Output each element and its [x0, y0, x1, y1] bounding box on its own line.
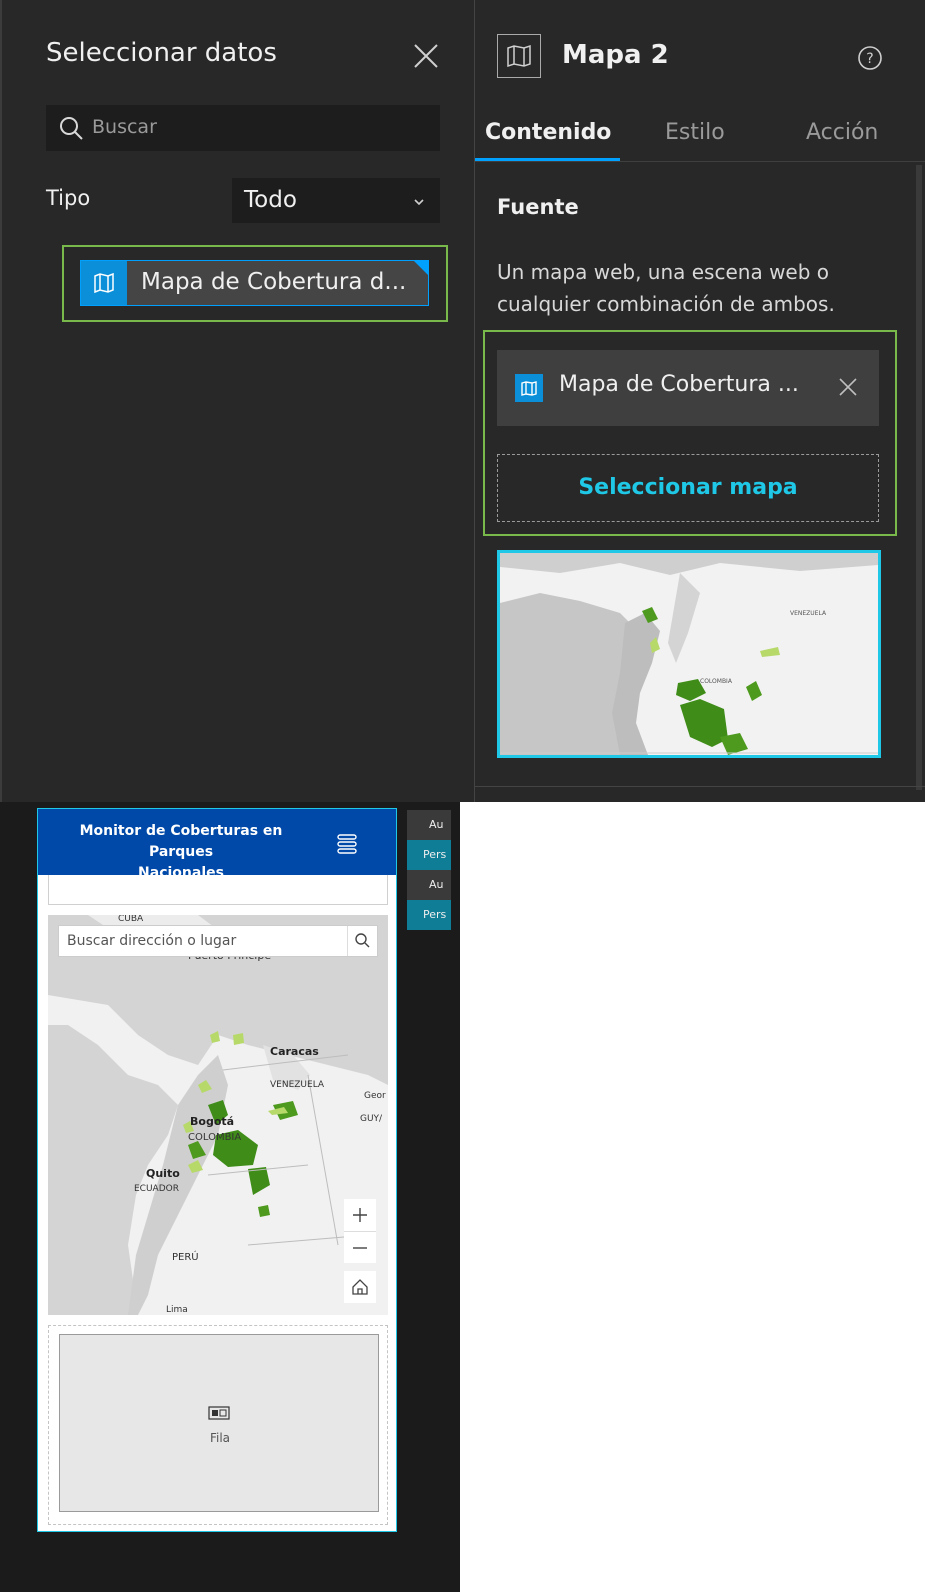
- header-strip: [48, 875, 388, 905]
- zoom-out-icon[interactable]: [344, 1231, 376, 1263]
- widget-title: Mapa 2: [562, 40, 669, 70]
- row-widget[interactable]: Fila: [59, 1334, 379, 1512]
- row-container: Fila: [48, 1325, 388, 1525]
- selected-map-label: Mapa de Cobertura ...: [559, 372, 799, 397]
- thumbnail-label-venezuela: VENEZUELA: [790, 610, 827, 617]
- chevron-down-icon: [412, 194, 426, 208]
- side-tab-label: Pers: [423, 908, 447, 921]
- side-tab-label: Au: [429, 878, 444, 891]
- search-icon[interactable]: [347, 926, 377, 956]
- data-item-card[interactable]: Mapa de Cobertura d...: [80, 260, 429, 306]
- select-map-button-label: Seleccionar mapa: [578, 475, 798, 500]
- help-icon[interactable]: ?: [857, 45, 883, 71]
- source-heading: Fuente: [497, 195, 579, 219]
- remove-map-icon[interactable]: [837, 376, 859, 398]
- type-label: Tipo: [46, 186, 91, 210]
- zoom-in-icon[interactable]: [344, 1199, 376, 1231]
- map-icon: [515, 374, 543, 402]
- tab-content[interactable]: Contenido: [485, 120, 611, 145]
- scrollbar[interactable]: [916, 165, 922, 790]
- home-icon[interactable]: [344, 1271, 376, 1303]
- map-label-cuba: CUBA: [118, 915, 144, 924]
- select-map-button[interactable]: Seleccionar mapa: [497, 454, 879, 522]
- tab-action[interactable]: Acción: [806, 120, 878, 145]
- mobile-preview: Monitor de Coberturas en Parques Naciona…: [37, 808, 397, 1532]
- side-tab[interactable]: Pers: [407, 900, 451, 930]
- select-data-panel: Seleccionar datos Buscar Tipo Todo Mapa …: [0, 0, 474, 802]
- map-label-lima: Lima: [166, 1305, 188, 1315]
- map-label-colombia: COLOMBIA: [188, 1132, 241, 1143]
- source-description-line2: cualquier combinación de ambos.: [497, 292, 835, 316]
- svg-text:?: ?: [866, 51, 873, 67]
- type-dropdown-value: Todo: [244, 187, 297, 213]
- app-title-line1: Monitor de Coberturas en Parques: [79, 823, 283, 860]
- search-placeholder: Buscar: [92, 116, 157, 138]
- map-label-georgetown: Geor: [364, 1091, 386, 1101]
- app-header: Monitor de Coberturas en Parques Naciona…: [38, 809, 396, 881]
- thumbnail-label-colombia: COLOMBIA: [700, 678, 733, 685]
- basemap: CUBA Puerto Principe Caracas VENEZUELA G…: [48, 915, 388, 1315]
- map-search-input[interactable]: Buscar dirección o lugar: [58, 925, 378, 957]
- thumbnail-map-image: VENEZUELA COLOMBIA: [500, 553, 878, 755]
- side-tab[interactable]: Pers: [407, 840, 451, 870]
- source-description: Un mapa web, una escena web o cualquier …: [497, 256, 835, 320]
- map-label-peru: PERÚ: [172, 1250, 199, 1263]
- selected-item-highlight: Mapa de Cobertura d...: [62, 245, 448, 322]
- map-icon: [81, 261, 127, 305]
- source-description-line1: Un mapa web, una escena web o: [497, 260, 830, 284]
- side-tab-label: Au: [429, 818, 444, 831]
- active-tab-indicator: [475, 158, 620, 161]
- map-label-bogota: Bogotá: [190, 1115, 234, 1128]
- map-label-ecuador: ECUADOR: [134, 1184, 179, 1194]
- panel-title: Seleccionar datos: [46, 38, 277, 68]
- search-icon: [58, 115, 84, 141]
- selected-source-highlight: Mapa de Cobertura ... Seleccionar mapa: [483, 330, 897, 536]
- map-thumbnail[interactable]: VENEZUELA COLOMBIA: [497, 550, 881, 758]
- map-label-venezuela: VENEZUELA: [270, 1080, 325, 1090]
- map-icon: [497, 34, 541, 78]
- map-settings-panel: Mapa 2 ? Contenido Estilo Acción Fuente …: [474, 0, 925, 802]
- side-tab[interactable]: Au: [407, 870, 451, 900]
- close-icon[interactable]: [412, 42, 440, 70]
- map-label-caracas: Caracas: [270, 1045, 319, 1058]
- builder-canvas: Au Pers Au Pers Monitor de Coberturas en…: [0, 802, 460, 1592]
- hamburger-icon[interactable]: [336, 833, 358, 855]
- search-input[interactable]: Buscar: [46, 105, 440, 151]
- tab-bar: Contenido Estilo Acción: [475, 110, 925, 162]
- side-tab-label: Pers: [423, 848, 447, 861]
- corner-marker: [414, 261, 428, 275]
- type-dropdown[interactable]: Todo: [232, 178, 440, 223]
- map-view[interactable]: CUBA Puerto Principe Caracas VENEZUELA G…: [48, 915, 388, 1315]
- divider: [475, 786, 925, 787]
- map-search-placeholder: Buscar dirección o lugar: [67, 933, 237, 949]
- data-item-label: Mapa de Cobertura d...: [141, 269, 407, 295]
- row-icon: [208, 1405, 230, 1421]
- map-label-quito: Quito: [146, 1167, 180, 1180]
- side-tab[interactable]: Au: [407, 810, 451, 840]
- tab-style[interactable]: Estilo: [665, 120, 725, 145]
- selected-map-item[interactable]: Mapa de Cobertura ...: [497, 350, 879, 426]
- row-label: Fila: [209, 1431, 231, 1445]
- map-label-guyana: GUY/: [360, 1114, 383, 1124]
